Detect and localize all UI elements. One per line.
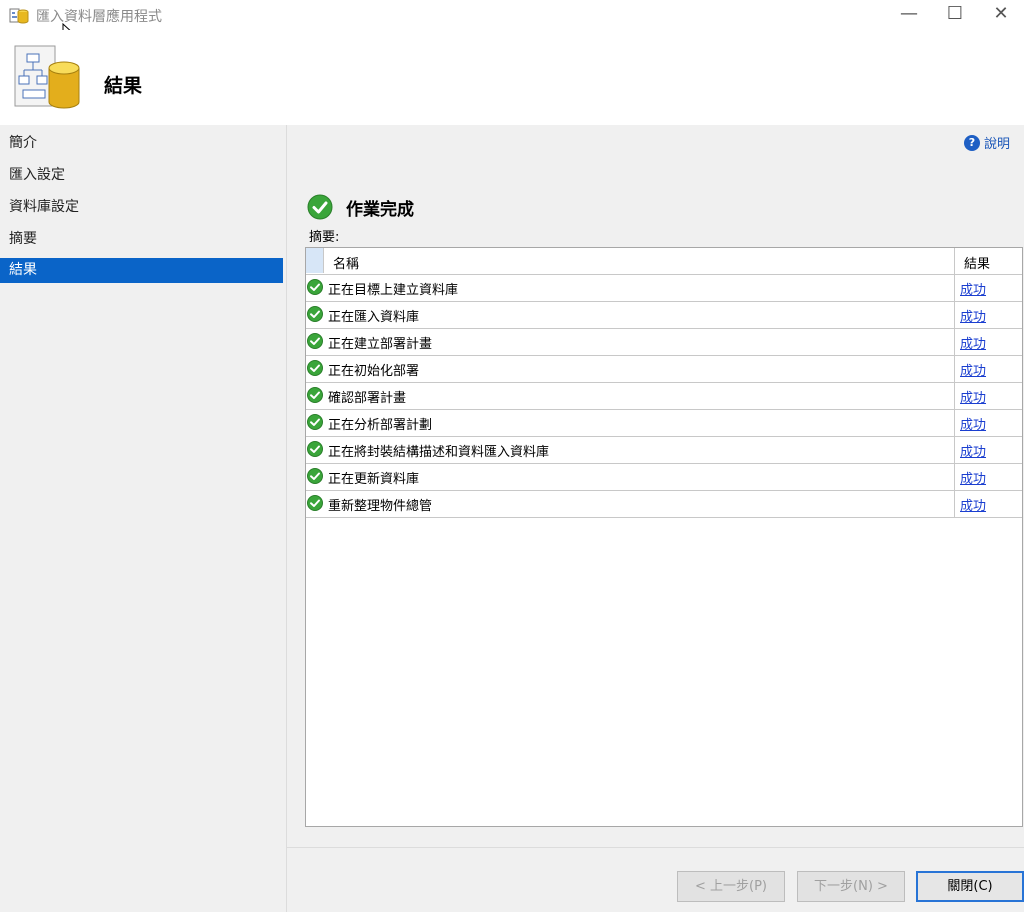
table-row: 正在分析部署計劃 成功 xyxy=(306,409,1022,437)
table-row: 正在匯入資料庫 成功 xyxy=(306,301,1022,329)
row-result-link[interactable]: 成功 xyxy=(960,306,986,325)
table-row: 確認部署計畫 成功 xyxy=(306,382,1022,410)
row-step-name: 正在建立部署計畫 xyxy=(328,337,433,352)
row-header-corner xyxy=(306,248,324,273)
wizard-header: 結果 xyxy=(0,30,1024,125)
row-step-name: 正在將封裝結構描述和資料匯入資料庫 xyxy=(328,445,550,460)
column-header-name[interactable]: 名稱 xyxy=(333,253,359,272)
column-divider xyxy=(954,409,955,436)
row-result-link[interactable]: 成功 xyxy=(960,441,986,460)
maximize-button[interactable]: ☐ xyxy=(932,0,978,30)
summary-label: 摘要: xyxy=(309,230,340,245)
footer-divider xyxy=(287,847,1024,848)
success-check-icon xyxy=(307,333,323,349)
row-step-name: 確認部署計畫 xyxy=(328,391,407,406)
wizard-steps-nav: 簡介 匯入設定 資料庫設定 摘要 結果 xyxy=(0,125,287,912)
row-step-name: 正在分析部署計劃 xyxy=(328,418,433,433)
table-row: 正在目標上建立資料庫 成功 xyxy=(306,274,1022,302)
window-title: 匯入資料層應用程式 xyxy=(36,9,162,25)
column-divider xyxy=(954,248,955,274)
success-check-icon xyxy=(307,495,323,511)
help-label: 說明 xyxy=(983,137,1010,152)
app-icon xyxy=(9,8,29,24)
column-divider xyxy=(954,382,955,409)
minimize-button[interactable]: — xyxy=(886,0,932,30)
row-result-link[interactable]: 成功 xyxy=(960,387,986,406)
database-schema-icon xyxy=(14,45,80,109)
nav-item-intro[interactable]: 簡介 xyxy=(0,131,283,156)
next-button[interactable]: 下一步(N) > xyxy=(797,871,905,902)
page-title: 結果 xyxy=(104,75,143,97)
column-divider xyxy=(954,463,955,490)
close-window-button[interactable]: ✕ xyxy=(978,0,1024,30)
row-step-name: 正在目標上建立資料庫 xyxy=(328,283,459,298)
nav-item-import-settings[interactable]: 匯入設定 xyxy=(0,163,283,188)
success-check-icon xyxy=(307,387,323,403)
success-check-icon xyxy=(307,468,323,484)
success-check-icon xyxy=(307,279,323,295)
column-divider xyxy=(954,328,955,355)
success-check-icon xyxy=(307,414,323,430)
column-header-result[interactable]: 結果 xyxy=(964,253,990,272)
row-result-link[interactable]: 成功 xyxy=(960,468,986,487)
column-divider xyxy=(954,301,955,328)
row-step-name: 正在匯入資料庫 xyxy=(328,310,420,325)
success-check-icon xyxy=(307,360,323,376)
column-divider xyxy=(954,274,955,301)
help-link[interactable]: ? 說明 xyxy=(963,133,1010,152)
column-divider xyxy=(954,436,955,463)
success-check-icon xyxy=(307,194,333,220)
table-row: 重新整理物件總管 成功 xyxy=(306,490,1022,518)
table-row: 正在初始化部署 成功 xyxy=(306,355,1022,383)
table-row: 正在更新資料庫 成功 xyxy=(306,463,1022,491)
title-bar: 匯入資料層應用程式 — ☐ ✕ xyxy=(0,0,1024,30)
main-panel: ? 說明 作業完成 摘要: 名稱 結果 正在目標上建立資料庫 成功 正在匯入資料庫成… xyxy=(287,125,1024,912)
row-result-link[interactable]: 成功 xyxy=(960,414,986,433)
row-step-name: 正在初始化部署 xyxy=(328,364,420,379)
row-result-link[interactable]: 成功 xyxy=(960,495,986,514)
column-divider xyxy=(954,490,955,517)
row-step-name: 正在更新資料庫 xyxy=(328,472,420,487)
success-check-icon xyxy=(307,441,323,457)
row-step-name: 重新整理物件總管 xyxy=(328,499,433,514)
success-check-icon xyxy=(307,306,323,322)
operation-status: 作業完成 xyxy=(307,194,414,220)
nav-item-results[interactable]: 結果 xyxy=(0,258,283,283)
table-header: 名稱 結果 xyxy=(306,248,1022,275)
row-result-link[interactable]: 成功 xyxy=(960,279,986,298)
row-result-link[interactable]: 成功 xyxy=(960,333,986,352)
row-result-link[interactable]: 成功 xyxy=(960,360,986,379)
help-icon: ? xyxy=(963,134,980,151)
close-button[interactable]: 關閉(C) xyxy=(916,871,1024,902)
status-text: 作業完成 xyxy=(346,199,414,220)
table-row: 正在建立部署計畫 成功 xyxy=(306,328,1022,356)
table-row: 正在將封裝結構描述和資料匯入資料庫 成功 xyxy=(306,436,1022,464)
nav-item-database-settings[interactable]: 資料庫設定 xyxy=(0,195,283,220)
column-divider xyxy=(954,355,955,382)
previous-button[interactable]: < 上一步(P) xyxy=(677,871,785,902)
results-table: 名稱 結果 正在目標上建立資料庫 成功 正在匯入資料庫 成功 正在建立部署計畫 成功 正在初… xyxy=(305,247,1023,827)
nav-item-summary[interactable]: 摘要 xyxy=(0,227,283,252)
